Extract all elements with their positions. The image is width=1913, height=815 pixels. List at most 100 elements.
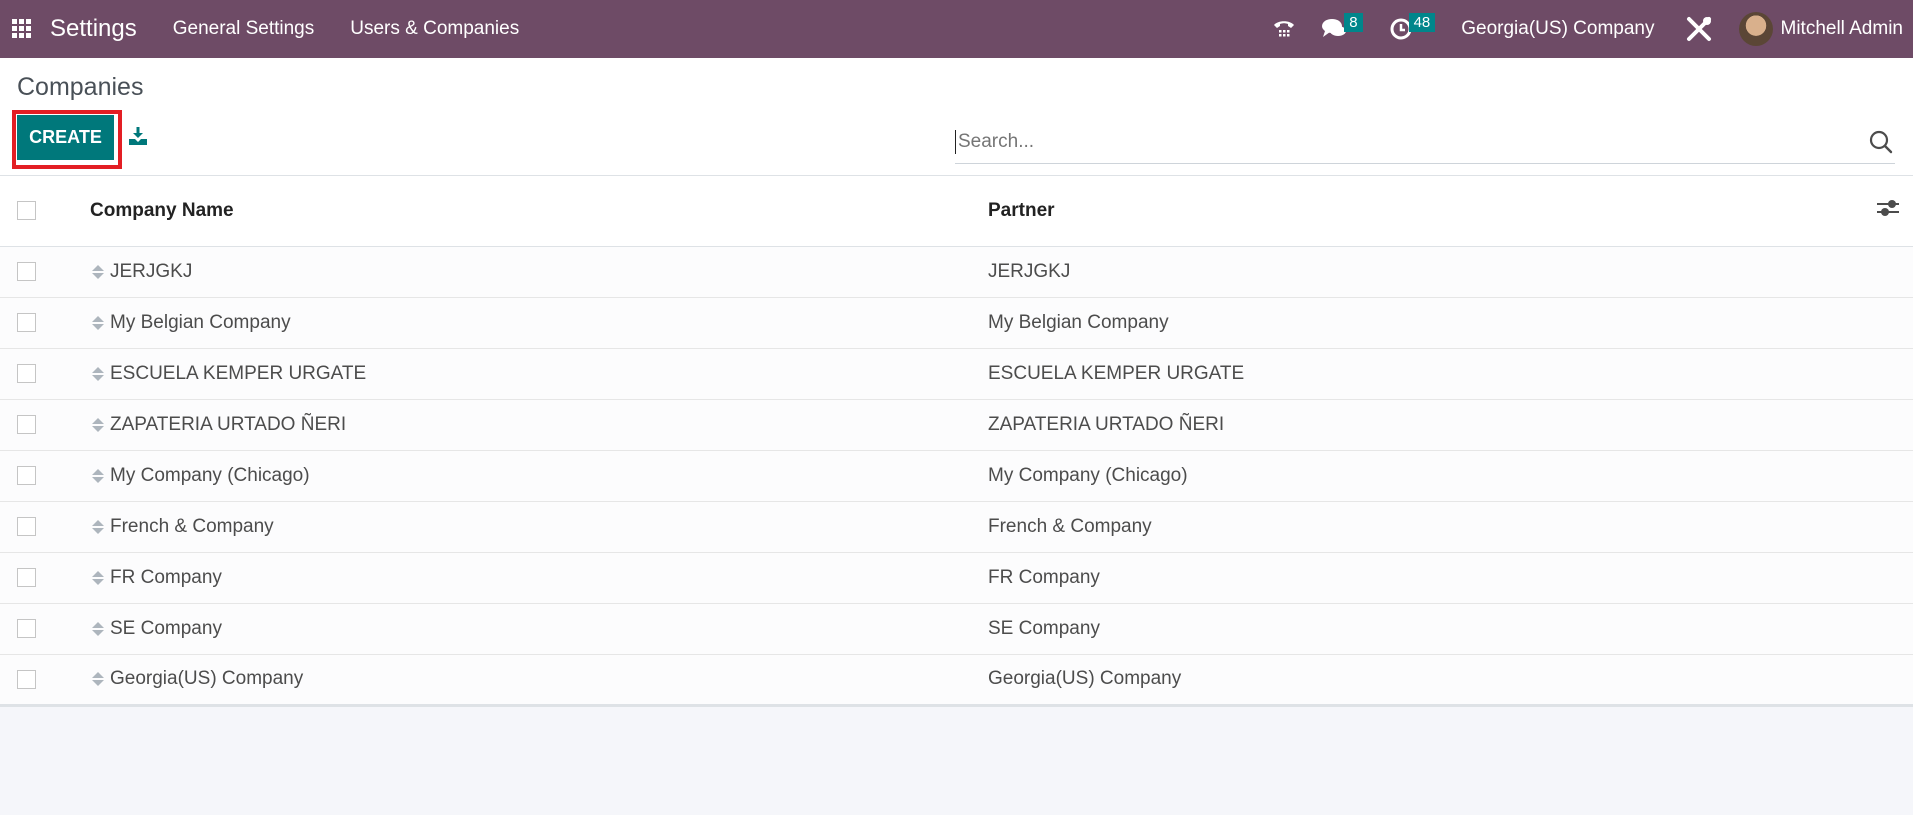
drag-handle-icon[interactable]: [88, 315, 108, 330]
activities-count-badge: 48: [1408, 12, 1436, 32]
partner-cell[interactable]: ESCUELA KEMPER URGATE: [988, 348, 1853, 400]
app-title[interactable]: Settings: [50, 15, 137, 43]
company-name-cell[interactable]: French & Company: [108, 501, 988, 553]
row-handle-cell: [88, 348, 108, 400]
row-select-cell: [0, 348, 88, 400]
row-checkbox[interactable]: [17, 364, 36, 383]
phone-button[interactable]: [1272, 17, 1296, 41]
drag-handle-icon[interactable]: [88, 366, 108, 381]
row-handle-cell: [88, 654, 108, 707]
phone-icon: [1274, 21, 1295, 37]
tools-icon: [1686, 17, 1711, 41]
row-select-cell: [0, 501, 88, 553]
row-select-cell: [0, 399, 88, 451]
drag-handle-icon[interactable]: [88, 519, 108, 534]
company-name-cell[interactable]: SE Company: [108, 603, 988, 655]
search-icon[interactable]: [1867, 128, 1895, 156]
top-navbar: Settings General Settings Users & Compan…: [0, 0, 1913, 58]
partner-cell[interactable]: My Belgian Company: [988, 297, 1853, 349]
partner-cell[interactable]: My Company (Chicago): [988, 450, 1853, 502]
row-spacer: [1853, 348, 1913, 400]
table-row[interactable]: ZAPATERIA URTADO ÑERI ZAPATERIA URTADO ÑE…: [0, 399, 1913, 451]
select-all-checkbox[interactable]: [17, 201, 36, 221]
messages-count-badge: 8: [1344, 12, 1363, 32]
drag-handle-icon[interactable]: [88, 264, 108, 279]
row-checkbox[interactable]: [17, 466, 36, 485]
row-spacer: [1853, 603, 1913, 655]
drag-handle-icon[interactable]: [88, 672, 108, 686]
row-checkbox[interactable]: [17, 669, 36, 689]
table-row[interactable]: My Company (Chicago) My Company (Chicago): [0, 450, 1913, 502]
company-name-cell[interactable]: FR Company: [108, 552, 988, 604]
row-handle-cell: [88, 501, 108, 553]
company-name-cell[interactable]: My Company (Chicago): [108, 450, 988, 502]
company-name-cell[interactable]: ESCUELA KEMPER URGATE: [108, 348, 988, 400]
company-name-cell[interactable]: JERJGKJ: [108, 246, 988, 298]
user-menu[interactable]: Mitchell Admin: [1781, 18, 1904, 40]
apps-grid-icon[interactable]: [12, 19, 32, 39]
row-checkbox[interactable]: [17, 415, 36, 434]
column-header-partner[interactable]: Partner: [988, 176, 1853, 247]
row-checkbox[interactable]: [17, 262, 36, 281]
row-spacer: [1853, 246, 1913, 298]
row-handle-cell: [88, 603, 108, 655]
partner-cell[interactable]: Georgia(US) Company: [988, 654, 1853, 707]
table-row[interactable]: Georgia(US) Company Georgia(US) Company: [0, 654, 1913, 707]
row-handle-cell: [88, 246, 108, 298]
table-row[interactable]: My Belgian Company My Belgian Company: [0, 297, 1913, 349]
partner-cell[interactable]: SE Company: [988, 603, 1853, 655]
control-panel: Companies CREATE Filters Group By Favori…: [0, 58, 1913, 222]
partner-cell[interactable]: ZAPATERIA URTADO ÑERI: [988, 399, 1853, 451]
search-input[interactable]: [958, 130, 1867, 153]
partner-cell[interactable]: JERJGKJ: [988, 246, 1853, 298]
export-button[interactable]: [128, 126, 148, 151]
drag-handle-icon[interactable]: [88, 570, 108, 585]
user-avatar[interactable]: [1738, 12, 1773, 46]
table-row[interactable]: ESCUELA KEMPER URGATE ESCUELA KEMPER URGA…: [0, 348, 1913, 400]
download-icon: [129, 127, 147, 145]
drag-handle-icon[interactable]: [88, 417, 108, 432]
row-spacer: [1853, 501, 1913, 553]
table-row[interactable]: French & Company French & Company: [0, 501, 1913, 553]
row-select-cell: [0, 246, 88, 298]
activities-button[interactable]: 48: [1389, 12, 1436, 41]
page-title: Companies: [17, 73, 144, 101]
partner-cell[interactable]: French & Company: [988, 501, 1853, 553]
messages-button[interactable]: 8: [1322, 12, 1363, 41]
row-handle-cell: [88, 450, 108, 502]
menu-general-settings[interactable]: General Settings: [173, 18, 315, 40]
row-spacer: [1853, 297, 1913, 349]
row-select-cell: [0, 654, 88, 707]
row-select-cell: [0, 603, 88, 655]
companies-list: Company Name Partner JERJGKJ JERJGKJ My Be…: [0, 176, 1913, 707]
row-handle-cell: [88, 399, 108, 451]
company-name-cell[interactable]: ZAPATERIA URTADO ÑERI: [108, 399, 988, 451]
table-row[interactable]: JERJGKJ JERJGKJ: [0, 246, 1913, 298]
company-name-cell[interactable]: Georgia(US) Company: [108, 654, 988, 707]
optional-columns-cell: [1853, 176, 1913, 247]
row-handle-cell: [88, 552, 108, 604]
partner-cell[interactable]: FR Company: [988, 552, 1853, 604]
row-select-cell: [0, 552, 88, 604]
sliders-icon[interactable]: [1877, 199, 1899, 217]
drag-handle-icon[interactable]: [88, 621, 108, 636]
companies-table: Company Name Partner JERJGKJ JERJGKJ My Be…: [0, 176, 1913, 707]
column-header-company-name[interactable]: Company Name: [88, 176, 988, 247]
row-checkbox[interactable]: [17, 517, 36, 536]
company-name-cell[interactable]: My Belgian Company: [108, 297, 988, 349]
row-checkbox[interactable]: [17, 619, 36, 638]
table-row[interactable]: FR Company FR Company: [0, 552, 1913, 604]
text-cursor: [955, 129, 956, 154]
menu-users-companies[interactable]: Users & Companies: [350, 18, 519, 40]
row-checkbox[interactable]: [17, 568, 36, 587]
debug-tools-button[interactable]: [1685, 15, 1713, 43]
select-all-cell: [0, 176, 88, 247]
table-header: Company Name Partner: [0, 176, 1913, 247]
row-handle-cell: [88, 297, 108, 349]
table-row[interactable]: SE Company SE Company: [0, 603, 1913, 655]
search-bar: [955, 120, 1895, 164]
company-switcher[interactable]: Georgia(US) Company: [1461, 18, 1654, 40]
row-checkbox[interactable]: [17, 313, 36, 332]
create-button[interactable]: CREATE: [17, 115, 114, 160]
drag-handle-icon[interactable]: [88, 468, 108, 483]
